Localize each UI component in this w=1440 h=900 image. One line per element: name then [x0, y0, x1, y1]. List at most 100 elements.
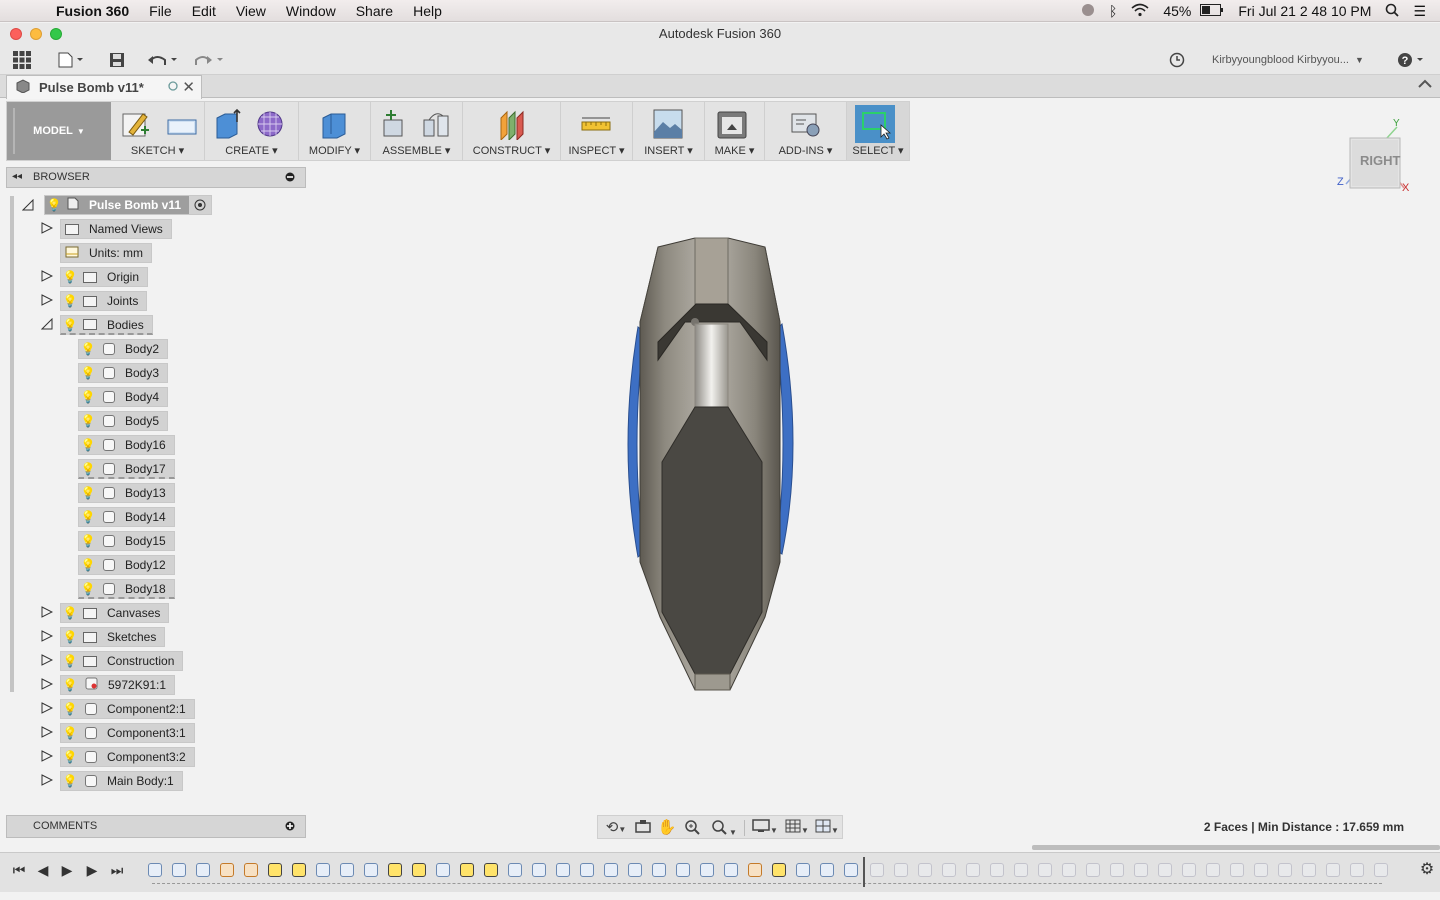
toolbar-group-modify[interactable]: MODIFY ▾ — [299, 102, 371, 160]
browser-item-5972k91[interactable]: 💡 5972K91:1 — [60, 675, 176, 695]
browser-panel-header[interactable]: ◂◂ BROWSER — [6, 167, 306, 188]
lightbulb-off-icon[interactable]: 💡 — [79, 366, 97, 380]
timeline-feature[interactable] — [196, 863, 210, 877]
timeline-settings-gear-icon[interactable]: ⚙ — [1418, 861, 1436, 879]
lightbulb-off-icon[interactable]: 💡 — [61, 726, 79, 740]
expand-component2-1-icon[interactable] — [41, 702, 53, 714]
zoom-icon[interactable] — [682, 819, 704, 837]
collapse-chevron-icon[interactable] — [1418, 78, 1432, 93]
lightbulb-icon[interactable]: 💡 — [79, 462, 97, 476]
3d-print-icon[interactable] — [717, 108, 747, 140]
browser-body-row[interactable]: 💡 Body14 — [78, 507, 175, 527]
add-comment-icon[interactable] — [285, 821, 295, 834]
expand-origin-icon[interactable] — [41, 270, 53, 282]
lightbulb-off-icon[interactable]: 💡 — [61, 750, 79, 764]
maximize-window-button[interactable] — [50, 28, 62, 40]
lightbulb-off-icon[interactable]: 💡 — [61, 678, 79, 692]
timeline-feature[interactable] — [556, 863, 570, 877]
model-viewport-pulse-bomb[interactable] — [600, 232, 820, 702]
timeline-feature[interactable] — [316, 863, 330, 877]
menu-view[interactable]: View — [226, 3, 276, 19]
viewcube[interactable]: RIGHT Y Z X — [1337, 118, 1412, 196]
lightbulb-off-icon[interactable]: 💡 — [79, 414, 97, 428]
timeline-play-icon[interactable]: ▶︎ — [58, 861, 76, 879]
expand-component3-2-icon[interactable] — [41, 750, 53, 762]
timeline-suppressed-feature[interactable] — [990, 863, 1004, 877]
toolbar-group-insert[interactable]: INSERT ▾ — [633, 102, 705, 160]
timeline-suppressed-feature[interactable] — [966, 863, 980, 877]
select-tool-icon[interactable] — [855, 105, 895, 143]
browser-pin-icon[interactable] — [285, 172, 295, 185]
redo-icon[interactable] — [192, 50, 226, 70]
grid-settings-icon[interactable]: ▼ — [782, 819, 812, 837]
menu-file[interactable]: File — [139, 3, 182, 19]
wifi-icon[interactable] — [1124, 3, 1156, 20]
timeline-suppressed-feature[interactable] — [918, 863, 932, 877]
browser-body-row[interactable]: 💡 Body3 — [78, 363, 169, 383]
minimize-window-button[interactable] — [30, 28, 42, 40]
browser-body-row[interactable]: 💡 Body17 — [78, 459, 175, 479]
expand-main-body-icon[interactable] — [41, 774, 53, 786]
timeline-suppressed-feature[interactable] — [1278, 863, 1292, 877]
lightbulb-icon[interactable]: 💡 — [79, 582, 97, 596]
timeline-sketch[interactable] — [268, 863, 282, 877]
timeline-feature[interactable] — [508, 863, 522, 877]
browser-item-component3-1[interactable]: 💡 Component3:1 — [60, 723, 195, 743]
timeline-sketch[interactable] — [460, 863, 474, 877]
browser-body-row[interactable]: 💡 Body15 — [78, 531, 175, 551]
lightbulb-off-icon[interactable]: 💡 — [79, 558, 97, 572]
lightbulb-icon[interactable]: 💡 — [61, 654, 79, 668]
attached-canvas-icon[interactable] — [653, 108, 683, 140]
timeline-feature[interactable] — [676, 863, 690, 877]
lightbulb-off-icon[interactable]: 💡 — [79, 390, 97, 404]
timeline-sketch[interactable] — [772, 863, 786, 877]
expand-5972k91-icon[interactable] — [41, 678, 53, 690]
timeline-suppressed-feature[interactable] — [1374, 863, 1388, 877]
timeline-suppressed-feature[interactable] — [1038, 863, 1052, 877]
browser-body-row[interactable]: 💡 Body5 — [78, 411, 169, 431]
document-tab[interactable]: Pulse Bomb v11* ✕ — [6, 75, 202, 99]
browser-item-component2-1[interactable]: 💡 Component2:1 — [60, 699, 195, 719]
timeline-sketch[interactable] — [292, 863, 306, 877]
collapse-browser-icon[interactable]: ◂◂ — [12, 171, 22, 182]
new-component-icon[interactable] — [379, 108, 409, 140]
create-form-icon[interactable] — [255, 108, 285, 140]
comments-panel-header[interactable]: COMMENTS — [6, 815, 306, 838]
collapse-bodies-icon[interactable] — [41, 318, 53, 330]
measure-icon[interactable] — [581, 108, 611, 140]
lightbulb-off-icon[interactable]: 💡 — [79, 342, 97, 356]
timeline-feature[interactable] — [436, 863, 450, 877]
press-pull-icon[interactable] — [319, 108, 349, 140]
browser-item-sketches[interactable]: 💡 Sketches — [60, 627, 166, 647]
timeline-feature[interactable] — [148, 863, 162, 877]
job-status-clock-icon[interactable] — [1166, 50, 1188, 70]
browser-body-row[interactable]: 💡 Body13 — [78, 483, 175, 503]
timeline-suppressed-feature[interactable] — [1254, 863, 1268, 877]
timeline-feature[interactable] — [364, 863, 378, 877]
toolbar-group-sketch[interactable]: SKETCH ▾ — [111, 102, 205, 160]
timeline-sketch[interactable] — [484, 863, 498, 877]
lightbulb-icon[interactable]: 💡 — [45, 198, 63, 212]
collapse-root-icon[interactable] — [22, 199, 34, 211]
lightbulb-icon[interactable]: 💡 — [61, 318, 79, 332]
menu-help[interactable]: Help — [403, 3, 452, 19]
timeline-feature[interactable] — [220, 863, 234, 877]
viewports-icon[interactable]: ▼ — [812, 819, 842, 837]
browser-item-units[interactable]: Units: mm — [60, 243, 152, 263]
timeline-suppressed-feature[interactable] — [1230, 863, 1244, 877]
file-menu-icon[interactable] — [56, 50, 86, 70]
timeline-feature[interactable] — [580, 863, 594, 877]
close-window-button[interactable] — [10, 28, 22, 40]
timeline-sketch[interactable] — [412, 863, 426, 877]
viewport-scrollbar[interactable] — [1032, 845, 1440, 850]
timeline-first-icon[interactable]: ⏮ — [10, 861, 28, 879]
extrude-icon[interactable] — [213, 108, 243, 140]
toolbar-group-make[interactable]: MAKE ▾ — [705, 102, 765, 160]
menu-share[interactable]: Share — [346, 3, 403, 19]
data-panel-grid-icon[interactable] — [12, 50, 32, 70]
close-tab-icon[interactable]: ✕ — [182, 78, 195, 96]
timeline-feature[interactable] — [340, 863, 354, 877]
timeline-feature[interactable] — [604, 863, 618, 877]
lightbulb-icon[interactable]: 💡 — [61, 774, 79, 788]
expand-canvases-icon[interactable] — [41, 606, 53, 618]
